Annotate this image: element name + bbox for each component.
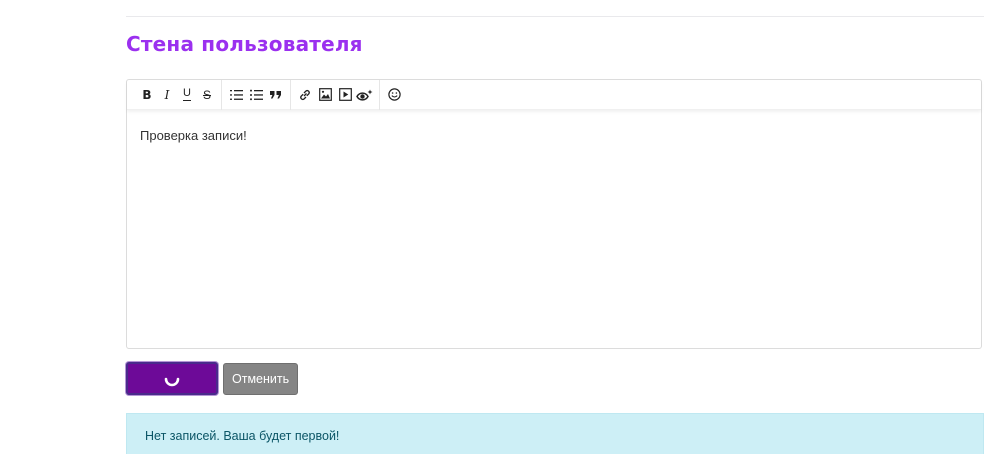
preview-button[interactable] <box>356 84 374 106</box>
ordered-list-icon <box>229 89 243 100</box>
loading-spinner-icon <box>164 377 180 386</box>
link-button[interactable] <box>296 84 314 106</box>
link-icon <box>300 89 310 100</box>
unordered-list-button[interactable] <box>247 84 265 106</box>
toolbar-group-emoji <box>380 80 408 110</box>
video-button[interactable] <box>336 84 354 106</box>
top-divider <box>126 16 984 17</box>
strikethrough-button[interactable]: S <box>198 84 216 106</box>
editor-toolbar: B I U S <box>127 79 981 110</box>
italic-button[interactable]: I <box>158 84 176 106</box>
cancel-button[interactable]: Отменить <box>223 362 299 395</box>
post-editor[interactable]: B I U S Проверка записи! <box>126 79 982 349</box>
underline-button[interactable]: U <box>178 84 196 106</box>
underline-icon: U <box>183 87 191 101</box>
video-icon <box>338 88 352 101</box>
strikethrough-icon: S <box>202 87 211 102</box>
bold-icon: B <box>142 87 152 102</box>
editor-content[interactable]: Проверка записи! <box>140 128 247 143</box>
submit-button[interactable] <box>126 362 218 395</box>
ordered-list-button[interactable] <box>227 84 245 106</box>
unordered-list-icon <box>249 89 263 100</box>
preview-icon <box>356 89 373 101</box>
page: Стена пользователя B I U S Проверка запи… <box>0 0 1000 454</box>
toolbar-group-insert <box>291 79 380 110</box>
quote-button[interactable] <box>267 84 285 106</box>
editor-actions: Отменить <box>126 362 299 395</box>
toolbar-group-format: B I U S <box>133 79 222 110</box>
image-icon <box>318 88 332 101</box>
quote-icon <box>270 90 281 98</box>
image-button[interactable] <box>316 84 334 106</box>
emoji-icon <box>387 88 401 101</box>
toolbar-group-blocks <box>222 79 291 110</box>
italic-icon: I <box>164 87 170 102</box>
page-title: Стена пользователя <box>126 32 363 56</box>
bold-button[interactable]: B <box>138 84 156 106</box>
emoji-button[interactable] <box>385 84 403 106</box>
empty-wall-alert: Нет записей. Ваша будет первой! <box>126 413 984 454</box>
